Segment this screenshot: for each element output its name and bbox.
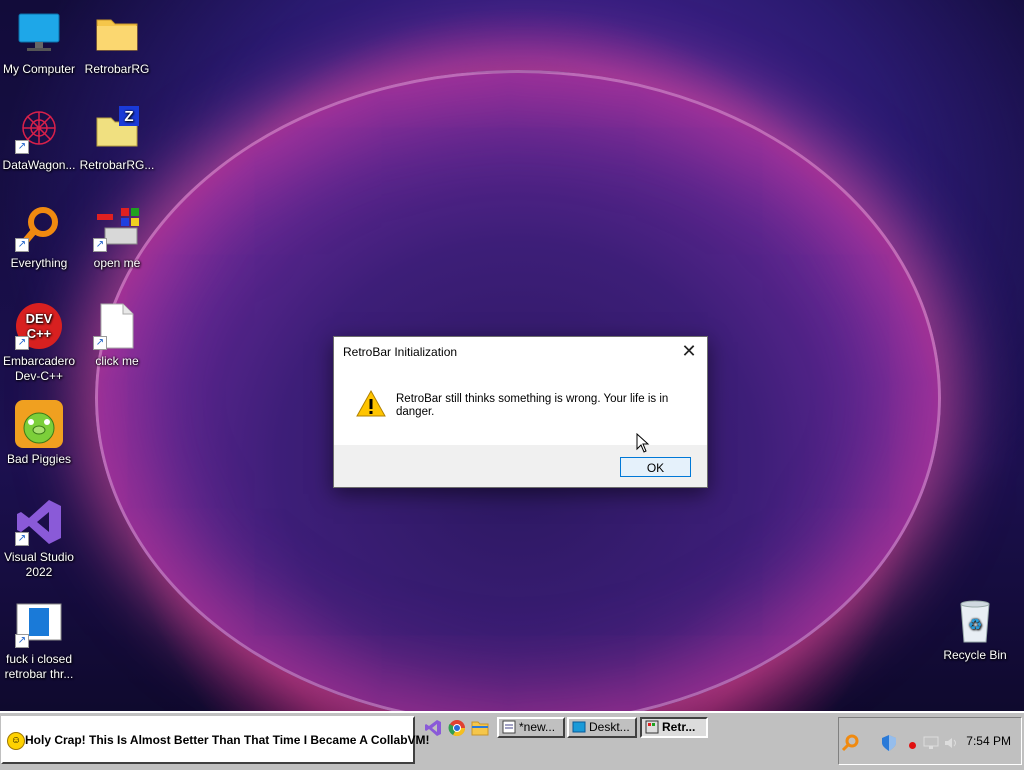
desktop-icon-label: Visual Studio 2022: [4, 550, 74, 579]
desktop-window-icon: [572, 720, 586, 734]
volume-icon[interactable]: [943, 736, 959, 753]
task-label: Deskt...: [589, 720, 630, 734]
shortcut-arrow-icon: ↗: [15, 238, 29, 252]
shortcut-arrow-icon: ↗: [15, 140, 29, 154]
dialog-footer: OK: [334, 445, 707, 487]
record-indicator-icon[interactable]: [909, 742, 916, 749]
network-icon[interactable]: [923, 736, 939, 753]
desktop-icon-label: My Computer: [2, 62, 76, 76]
close-icon[interactable]: ✕: [677, 341, 701, 363]
smiley-icon: ☺: [7, 732, 25, 750]
visual-studio-icon: ↗: [15, 498, 63, 546]
start-button[interactable]: ☺ Holy Crap! This Is Almost Better Than …: [1, 716, 430, 764]
desktop-icon-everything[interactable]: ↗ Everything: [0, 204, 78, 271]
recycle-bin-icon: ♻: [951, 596, 999, 644]
desktop-icon-dev-cpp[interactable]: DEV C++ ↗ Embarcadero Dev-C++: [0, 302, 78, 384]
retrobar-initialization-dialog: RetroBar Initialization ✕ RetroBar still…: [333, 336, 708, 488]
chrome-icon[interactable]: [448, 719, 466, 737]
desktop-icon-label: Bad Piggies: [6, 452, 72, 466]
system-tray: 7:54 PM: [838, 717, 1022, 765]
dev-cpp-icon: DEV C++ ↗: [15, 302, 63, 350]
desktop-icon-bad-piggies[interactable]: Bad Piggies: [0, 400, 78, 467]
desktop-icon-recycle-bin[interactable]: ♻ Recycle Bin: [936, 596, 1014, 663]
taskbar: ☺ Holy Crap! This Is Almost Better Than …: [0, 711, 1024, 770]
zip-folder-icon: Z: [93, 106, 141, 154]
task-retrobar[interactable]: Retr...: [640, 717, 708, 738]
folder-icon: [93, 10, 141, 58]
desktop-icon-label: Recycle Bin: [943, 648, 1007, 662]
file-explorer-icon[interactable]: [471, 719, 489, 737]
everything-tray-icon[interactable]: [841, 734, 859, 755]
desktop-icon-label: click me: [95, 354, 139, 368]
clock[interactable]: 7:54 PM: [966, 734, 1011, 748]
program-icon: ↗: [93, 204, 141, 252]
desktop-icon-label: RetrobarRG: [84, 62, 150, 76]
dialog-title: RetroBar Initialization: [343, 345, 458, 359]
svg-text:♻: ♻: [968, 615, 982, 634]
ok-button[interactable]: OK: [620, 457, 691, 477]
magnifier-icon: ↗: [15, 204, 63, 252]
shield-icon[interactable]: [881, 734, 897, 755]
desktop-icon-label: DataWagon...: [2, 158, 76, 172]
desktop-icon-fuck-i-closed[interactable]: ↗ fuck i closed retrobar thr...: [0, 600, 78, 682]
shortcut-arrow-icon: ↗: [15, 532, 29, 546]
blank-file-icon: ↗: [93, 302, 141, 350]
desktop-icon-click-me[interactable]: ↗ click me: [78, 302, 156, 369]
desktop-icon-label: fuck i closed retrobar thr...: [4, 652, 74, 681]
shortcut-arrow-icon: ↗: [93, 238, 107, 252]
visual-studio-icon[interactable]: [424, 719, 442, 737]
shortcut-arrow-icon: ↗: [93, 336, 107, 350]
dialog-message: RetroBar still thinks something is wrong…: [396, 393, 669, 418]
desktop-icon-retrobarrg-folder[interactable]: RetrobarRG: [78, 10, 156, 77]
monitor-icon: [15, 10, 63, 58]
start-button-label: Holy Crap! This Is Almost Better Than Th…: [25, 733, 430, 747]
window-app-icon: ↗: [15, 600, 63, 648]
retrobar-icon: [645, 720, 659, 734]
shortcut-arrow-icon: ↗: [15, 634, 29, 648]
desktop-icon-label: RetrobarRG...: [79, 158, 155, 172]
desktop-icon-label: Everything: [10, 256, 68, 270]
bad-piggies-icon: [15, 400, 63, 448]
warning-icon: [356, 389, 386, 419]
desktop-icon-datawagon[interactable]: ↗ DataWagon...: [0, 106, 78, 173]
datawagon-icon: ↗: [15, 106, 63, 154]
task-label: *new...: [519, 720, 556, 734]
task-label: Retr...: [662, 720, 696, 734]
task-notepad[interactable]: *new...: [497, 717, 565, 738]
svg-text:Z: Z: [124, 108, 133, 125]
task-desktop[interactable]: Deskt...: [567, 717, 637, 738]
desktop-icon-open-me[interactable]: ↗ open me: [78, 204, 156, 271]
mouse-cursor-icon: [636, 432, 650, 456]
shortcut-arrow-icon: ↗: [15, 336, 29, 350]
desktop-icon-retrobarrg-zip[interactable]: Z RetrobarRG...: [78, 106, 156, 173]
svg-text:C++: C++: [27, 326, 52, 341]
desktop-icon-visual-studio[interactable]: ↗ Visual Studio 2022: [0, 498, 78, 580]
desktop-icon-my-computer[interactable]: My Computer: [0, 10, 78, 77]
notepad-icon: [502, 720, 516, 734]
desktop-icon-label: open me: [93, 256, 141, 270]
desktop-icon-label: Embarcadero Dev-C++: [2, 354, 76, 383]
svg-text:DEV: DEV: [26, 311, 53, 326]
